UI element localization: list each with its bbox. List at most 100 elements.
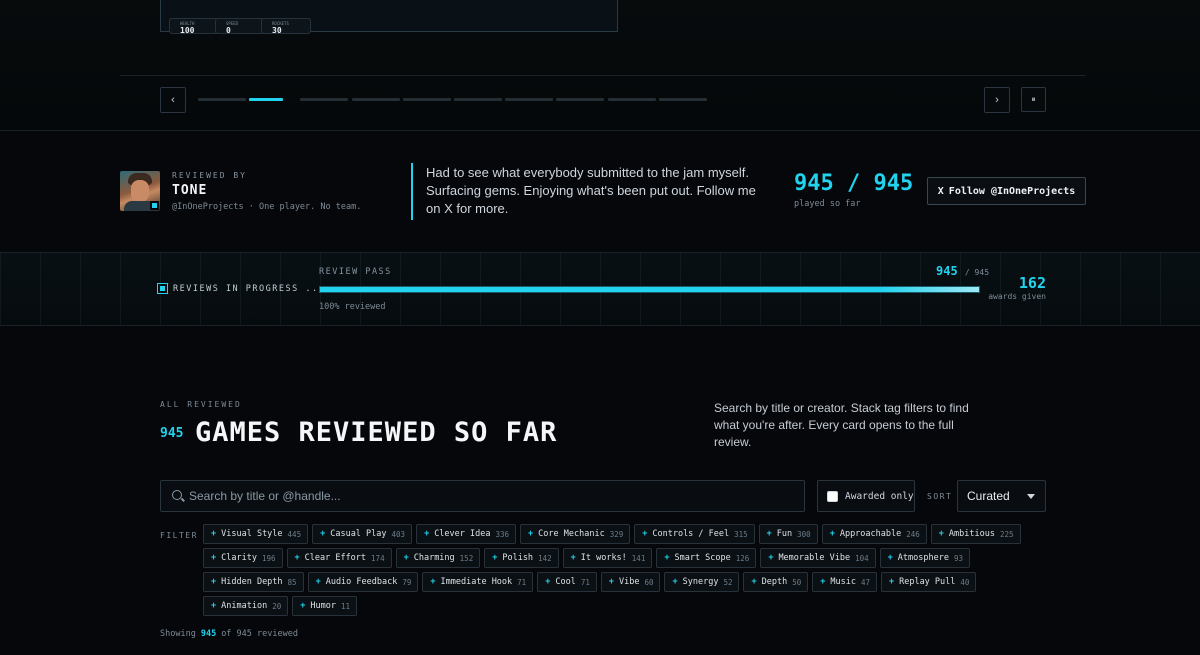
pause-button[interactable]: ⏸ [1021, 87, 1046, 112]
stat-chip-speed: SPEED 0 [215, 18, 265, 35]
tag-filter-chip[interactable]: + Core Mechanic 329 [520, 524, 631, 544]
plus-icon: + [751, 577, 757, 587]
slide-dot[interactable] [505, 98, 554, 101]
slide-dot[interactable] [454, 98, 502, 101]
reviewer-quote: Had to see what everybody submitted to t… [426, 165, 756, 216]
tag-filter-chip[interactable]: + Clear Effort 174 [286, 548, 392, 568]
tag-filter-chip[interactable]: + Ambitious 225 [930, 524, 1021, 544]
tag-name: Humor [310, 601, 336, 611]
tag-filter-chip[interactable]: + Polish 142 [484, 548, 559, 568]
sort-select[interactable]: Curated [957, 480, 1046, 512]
plus-icon: + [211, 529, 217, 539]
tag-filter-chip[interactable]: + Vibe 60 [600, 572, 661, 592]
tag-filter-chip[interactable]: + Fun 300 [758, 524, 818, 544]
tag-filter-chip[interactable]: + Casual Play 403 [312, 524, 413, 544]
slide-dot[interactable] [249, 98, 284, 101]
slide-preview[interactable]: HEALTH 100 SPEED 0 ROCKETS 30 [160, 0, 618, 35]
showing-prefix: Showing [160, 629, 196, 639]
slide-dot[interactable] [300, 98, 349, 101]
tag-name: Clear Effort [304, 553, 367, 563]
section-description: Search by title or creator. Stack tag fi… [714, 401, 969, 449]
tag-name: Vibe [618, 577, 640, 587]
tag-name: Atmosphere [897, 553, 949, 563]
tag-name: Ambitious [948, 529, 995, 539]
plus-icon: + [642, 529, 648, 539]
tag-filter-chip[interactable]: + Smart Scope 126 [656, 548, 757, 568]
reviewed-by-label: REVIEWED BY [172, 171, 247, 180]
verified-badge-icon [150, 201, 159, 210]
tag-count: 336 [495, 529, 510, 539]
awarded-only-toggle[interactable]: Awarded only [817, 480, 915, 512]
reviewer-name: TONE [172, 183, 208, 198]
follow-label: Follow @InOneProjects [948, 185, 1076, 197]
slide-dot[interactable] [402, 98, 451, 101]
tag-count: 71 [580, 577, 590, 587]
tag-filter-chip[interactable]: + Immediate Hook 71 [422, 572, 534, 592]
plus-icon: + [211, 601, 217, 611]
plus-icon: + [766, 529, 772, 539]
tag-count: 50 [792, 577, 802, 587]
plus-icon: + [888, 577, 895, 587]
next-slide-button[interactable]: › [984, 87, 1010, 113]
showing-suffix: of 945 reviewed [221, 629, 298, 639]
tag-count: 142 [538, 553, 552, 563]
tag-name: Controls / Feel [652, 529, 730, 539]
plus-icon: + [829, 529, 835, 539]
tag-filter-chip[interactable]: + Cool 71 [537, 572, 597, 592]
tag-filter-chip[interactable]: + It works! 141 [562, 548, 653, 568]
tag-name: Music [830, 577, 856, 587]
tag-filter-chip[interactable]: + Atmosphere 93 [879, 548, 970, 568]
tag-name: Casual Play [330, 529, 387, 539]
tag-filter-chip[interactable]: + Depth 50 [743, 572, 809, 592]
awards-count: 162 [1018, 274, 1046, 292]
tag-filter-chip[interactable]: + Animation 20 [203, 596, 289, 616]
awarded-only-label: Awarded only [845, 490, 914, 502]
tag-name: Synergy [682, 577, 719, 587]
sort-label: SORT [927, 492, 953, 501]
chevron-down-icon [1027, 494, 1035, 499]
tag-count: 196 [261, 553, 276, 563]
plus-icon: + [430, 577, 436, 587]
tag-filter-chip[interactable]: + Synergy 52 [664, 572, 740, 592]
x-logo-icon: X [937, 185, 944, 197]
search-box[interactable] [160, 480, 805, 512]
tag-filter-chip[interactable]: + Controls / Feel 315 [634, 524, 755, 544]
tag-filter-chip[interactable]: + Hidden Depth 85 [203, 572, 304, 592]
stat-value: 30 [272, 26, 282, 35]
tag-filter-chip[interactable]: + Approachable 246 [821, 524, 927, 544]
chevron-left-icon: ‹ [171, 94, 175, 106]
slide-dot[interactable] [658, 98, 707, 101]
tag-filter-chip[interactable]: + Clever Idea 336 [416, 524, 517, 544]
slide-dot[interactable] [556, 98, 605, 101]
results-summary: Showing 945 of 945 reviewed [160, 629, 298, 639]
tag-count: 93 [953, 553, 963, 563]
tag-filter-chip[interactable]: + Music 47 [812, 572, 877, 592]
slide-dot[interactable] [607, 98, 656, 101]
prev-slide-button[interactable]: ‹ [160, 87, 186, 113]
awarded-only-checkbox[interactable] [827, 490, 838, 502]
tag-filter-chip[interactable]: + Audio Feedback 79 [307, 572, 419, 592]
search-input[interactable] [189, 481, 789, 511]
tag-count: 152 [459, 553, 474, 563]
tag-count: 225 [999, 529, 1014, 539]
plus-icon: + [545, 577, 551, 587]
tag-filter-chip[interactable]: + Humor 11 [292, 596, 357, 616]
tag-name: It works! [580, 553, 627, 563]
tag-name: Approachable [839, 529, 902, 539]
slide-dot[interactable] [351, 98, 400, 101]
tag-count: 11 [340, 601, 350, 611]
tag-name: Polish [502, 553, 534, 563]
follow-button[interactable]: X Follow @InOneProjects [927, 177, 1086, 205]
tag-filter-chip[interactable]: + Visual Style 445 [203, 524, 309, 544]
review-pass-label: REVIEW PASS [319, 267, 392, 277]
review-status-label: REVIEWS IN PROGRESS ... [173, 284, 326, 294]
slide-dot[interactable] [198, 98, 246, 101]
review-percent-label: 100% reviewed [319, 302, 386, 312]
tag-filter-chip[interactable]: + Replay Pull 40 [880, 572, 977, 592]
reviewer-handle: @InOneProjects · One player. No team. [172, 202, 362, 212]
tag-filter-chip[interactable]: + Clarity 196 [203, 548, 283, 568]
review-progress-bar [319, 286, 980, 293]
tag-filter-chip[interactable]: + Charming 152 [395, 548, 481, 568]
plus-icon: + [424, 529, 430, 539]
tag-filter-chip[interactable]: + Memorable Vibe 104 [760, 548, 876, 568]
